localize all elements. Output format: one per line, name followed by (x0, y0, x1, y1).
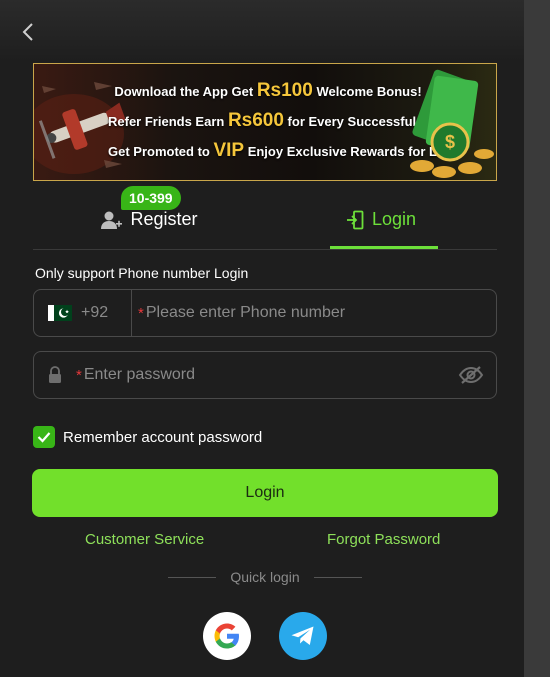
forgot-password-link[interactable]: Forgot Password (327, 531, 440, 548)
promo-banner[interactable]: Download the App Get Rs100 Welcome Bonus… (33, 63, 497, 181)
quick-login-label: Quick login (230, 569, 300, 585)
divider-line (313, 576, 362, 578)
lock-icon (49, 366, 61, 383)
password-field: * (33, 351, 497, 399)
toggle-password-visibility[interactable] (446, 365, 496, 385)
phone-field: +92 * (33, 289, 497, 337)
banner-text: Get Promoted to (108, 144, 214, 159)
divider-line (168, 576, 217, 578)
banner-line-vip: Get Promoted to VIP Enjoy Exclusive Rewa… (108, 140, 456, 162)
remember-password-toggle[interactable]: Remember account password (33, 426, 262, 448)
add-user-icon (101, 211, 123, 229)
country-code-selector[interactable]: +92 (34, 290, 132, 336)
login-modal: Download the App Get Rs100 Welcome Bonus… (0, 0, 524, 677)
banner-text: Download the App Get (114, 84, 257, 99)
banner-line-referral: Refer Friends Earn Rs600 for Every Succe… (108, 110, 473, 132)
required-mark: * (138, 304, 144, 322)
banner-line-download: Download the App Get Rs100 Welcome Bonus… (108, 80, 428, 102)
banner-text: Refer Friends Earn (108, 114, 228, 129)
tab-register-label: Register (130, 209, 198, 229)
remember-checkbox[interactable] (33, 426, 55, 448)
banner-highlight: Rs100 (256, 80, 313, 101)
pakistan-flag-icon (48, 305, 72, 321)
country-code: +92 (81, 304, 109, 321)
checkmark-icon (37, 432, 51, 443)
tab-login-label: Login (371, 209, 417, 229)
banner-highlight: VIP (213, 140, 245, 161)
google-login-button[interactable] (203, 612, 251, 660)
customer-service-link[interactable]: Customer Service (85, 531, 204, 548)
register-bonus-badge: 10-399 (121, 186, 181, 210)
quick-login-divider: Quick login (165, 567, 365, 587)
auth-tabs: Register 10-399 Login (33, 186, 497, 250)
eye-off-icon (458, 366, 484, 384)
required-mark: * (76, 366, 82, 384)
svg-text:$: $ (445, 132, 455, 152)
active-tab-indicator (330, 246, 438, 249)
tab-register[interactable]: Register 10-399 (33, 186, 265, 249)
login-support-note: Only support Phone number Login (35, 265, 249, 281)
lock-icon-wrap (34, 366, 76, 384)
scroll-gutter (524, 0, 550, 677)
password-input[interactable] (83, 352, 446, 398)
google-icon (214, 623, 239, 649)
login-button[interactable]: Login (32, 469, 498, 517)
back-button[interactable] (14, 18, 42, 46)
login-door-icon (346, 210, 364, 229)
tab-login[interactable]: Login (265, 190, 497, 249)
modal-header (0, 0, 524, 62)
remember-label: Remember account password (63, 428, 263, 446)
chevron-left-icon (22, 23, 33, 41)
cash-coins-illustration-icon: $ (410, 69, 494, 178)
banner-highlight: Rs600 (227, 110, 284, 131)
telegram-icon (291, 626, 314, 645)
phone-input[interactable] (145, 290, 496, 336)
telegram-login-button[interactable] (279, 612, 327, 660)
